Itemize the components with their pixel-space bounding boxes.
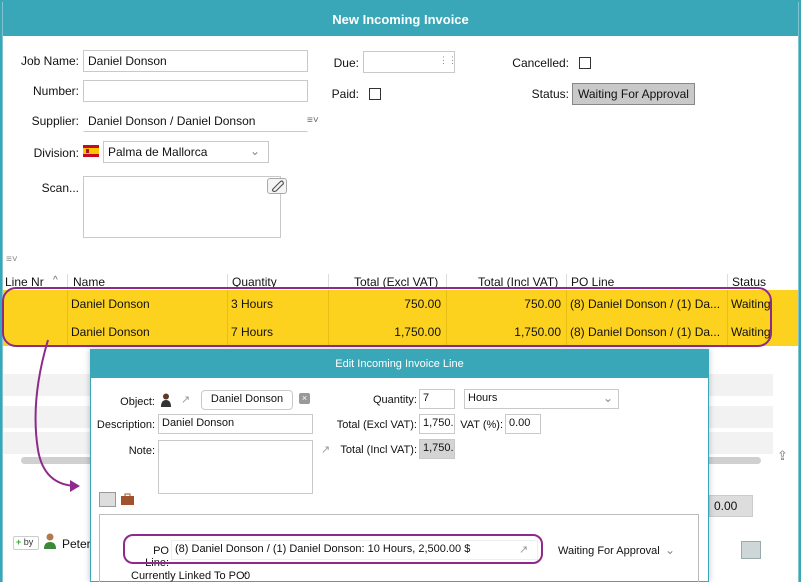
sort-asc-icon[interactable]: ^ (53, 275, 58, 286)
grand-total-field: 0.00 (709, 495, 753, 517)
vat-field[interactable]: 0.00 (505, 414, 541, 434)
supplier-label: Supplier: (31, 114, 79, 128)
supplier-value: Daniel Donson / Daniel Donson (88, 114, 256, 128)
open-link-icon[interactable]: ↗ (181, 393, 190, 406)
share-icon[interactable]: ⇪ (777, 448, 788, 464)
linked-value: 0 (244, 570, 251, 582)
user-icon (43, 533, 57, 549)
supplier-dropdown-icon[interactable]: ≡˅ (307, 115, 319, 126)
note-field[interactable] (158, 440, 313, 494)
total-incl-label: Total (Incl VAT): (340, 444, 417, 456)
person-icon (161, 393, 171, 407)
job-name-field[interactable]: Daniel Donson (83, 50, 308, 72)
linked-label: Currently Linked To PO: (131, 570, 248, 582)
division-label: Division: (33, 146, 79, 160)
dialog-title: Edit Incoming Invoice Line (91, 350, 708, 378)
supplier-field[interactable]: Daniel Donson / Daniel Donson (83, 110, 308, 132)
added-by-badge: + by (13, 536, 39, 550)
division-value: Palma de Mallorca (108, 145, 208, 159)
window-title: New Incoming Invoice (3, 2, 798, 36)
user-name: Peter (62, 537, 91, 551)
calendar-icon[interactable]: ⋮⋮ (439, 55, 457, 66)
status-label: Status: (531, 87, 569, 101)
total-excl-label: Total (Excl VAT): (336, 419, 417, 431)
object-label: Object: (120, 396, 155, 408)
scan-label: Scan... (41, 181, 79, 195)
description-label: Description: (96, 419, 155, 431)
note-label: Note: (128, 445, 155, 457)
job-name-label: Job Name: (20, 54, 79, 68)
quantity-field[interactable]: 7 (419, 389, 455, 409)
description-field[interactable]: Daniel Donson (158, 414, 313, 434)
paid-checkbox[interactable] (369, 88, 381, 100)
chevron-down-icon[interactable]: ⌄ (665, 543, 675, 557)
unit-value: Hours (468, 392, 498, 404)
handshake-tab-icon[interactable] (99, 492, 116, 507)
vat-label: VAT (%): (460, 419, 503, 431)
column-menu-icon[interactable]: ≡˅ (6, 254, 18, 265)
spain-flag-icon (83, 145, 99, 157)
plus-icon: + (16, 537, 22, 547)
number-field[interactable] (83, 80, 308, 102)
chevron-down-icon[interactable]: ⌄ (603, 391, 613, 405)
unit-select[interactable]: Hours (464, 389, 619, 409)
object-field[interactable]: Daniel Donson (201, 390, 293, 410)
document-icon[interactable] (741, 541, 761, 559)
paperclip-icon[interactable] (267, 178, 287, 194)
total-incl-field: 1,750.0 (419, 439, 455, 459)
briefcase-tab-icon[interactable] (119, 492, 136, 507)
paid-label: Paid: (331, 87, 359, 101)
cancelled-checkbox[interactable] (579, 57, 591, 69)
cancelled-label: Cancelled: (512, 56, 569, 70)
po-status: Waiting For Approval (558, 545, 660, 557)
status-badge: Waiting For Approval (572, 83, 695, 105)
rows-highlight (2, 287, 772, 347)
edit-line-dialog: Edit Incoming Invoice Line Object: ↗ Dan… (90, 349, 709, 582)
chevron-down-icon[interactable]: ⌄ (250, 144, 260, 158)
by-label: by (23, 537, 34, 547)
expand-icon[interactable]: ↗ (321, 443, 330, 456)
division-select[interactable]: Palma de Mallorca (103, 141, 269, 163)
scan-area[interactable] (83, 176, 281, 238)
number-label: Number: (32, 84, 79, 98)
quantity-label: Quantity: (372, 394, 417, 406)
clear-icon[interactable]: × (299, 393, 310, 404)
due-label: Due: (333, 56, 359, 70)
total-excl-field[interactable]: 1,750.0 (419, 414, 455, 434)
po-line-highlight (123, 534, 543, 564)
